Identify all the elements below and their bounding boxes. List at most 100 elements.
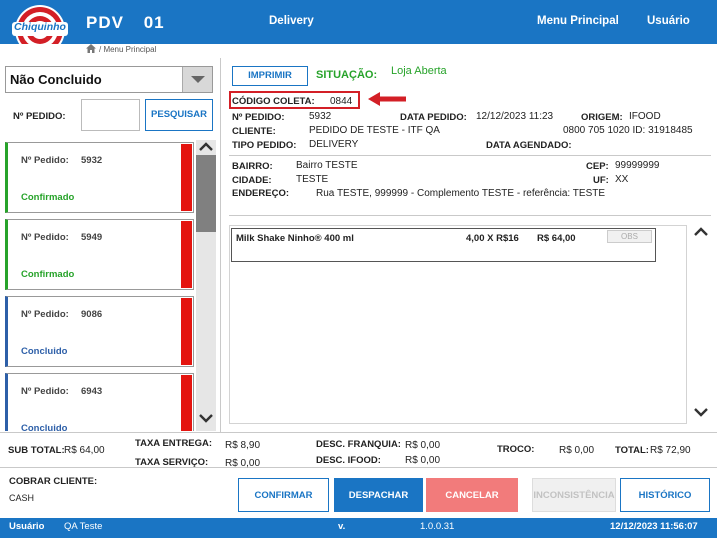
nav-main-menu[interactable]: Menu Principal <box>537 15 619 27</box>
situation-value: Loja Aberta <box>391 65 447 77</box>
origin-label: ORIGEM: <box>581 112 623 123</box>
change-label: TROCO: <box>497 444 535 455</box>
chevron-down-icon[interactable] <box>691 405 711 423</box>
order-card[interactable]: Nº Pedido: 6943 Concluido <box>5 373 194 431</box>
order-card-alert-bar <box>181 221 192 288</box>
chevron-down-icon[interactable] <box>196 411 216 429</box>
franchise-discount-label: DESC. FRANQUIA: <box>316 439 401 450</box>
order-type-label: TIPO PEDIDO: <box>232 140 297 151</box>
footer-user-label: Usuário <box>9 521 45 532</box>
order-list: Nº Pedido: 5932 Confirmado Nº Pedido: 59… <box>5 140 194 431</box>
total-value: R$ 72,90 <box>650 445 691 456</box>
order-card-label: Nº Pedido: <box>21 155 69 166</box>
state-value: XX <box>615 174 629 185</box>
delivery-fee-label: TAXA ENTREGA: <box>135 438 213 449</box>
order-card[interactable]: Nº Pedido: 5949 Confirmado <box>5 219 194 290</box>
status-filter-value: Não Concluido <box>10 72 102 87</box>
franchise-discount-value: R$ 0,00 <box>405 440 441 451</box>
order-card-label: Nº Pedido: <box>21 386 69 397</box>
service-fee-label: TAXA SERVIÇO: <box>135 457 209 468</box>
city-label: CIDADE: <box>232 175 272 186</box>
breadcrumb-text: / Menu Principal <box>99 45 157 54</box>
order-card[interactable]: Nº Pedido: 9086 Concluido <box>5 296 194 367</box>
pdv-title: PDV 01 <box>86 13 165 33</box>
collection-code-label: CÓDIGO COLETA: <box>232 96 315 107</box>
collection-code-value: 0844 <box>330 96 353 107</box>
zip-value: 99999999 <box>615 160 660 171</box>
pdv-label: PDV <box>86 13 124 32</box>
order-card-status: Confirmado <box>21 269 75 280</box>
order-list-scroll-thumb[interactable] <box>196 155 216 232</box>
footer-user-value: QA Teste <box>64 521 103 532</box>
change-value: R$ 0,00 <box>559 445 595 456</box>
delivery-fee-value: R$ 8,90 <box>225 440 261 451</box>
scheduled-date-label: DATA AGENDADO: <box>486 140 572 151</box>
address-label: ENDEREÇO: <box>232 188 290 199</box>
neighborhood-label: BAIRRO: <box>232 161 273 172</box>
order-card-alert-bar <box>181 298 192 365</box>
ifood-discount-value: R$ 0,00 <box>405 455 441 466</box>
customer-label: CLIENTE: <box>232 126 276 137</box>
breadcrumb: / Menu Principal <box>86 44 156 55</box>
chevron-down-icon[interactable] <box>182 67 212 92</box>
print-button[interactable]: IMPRIMIR <box>232 66 308 86</box>
history-button[interactable]: HISTÓRICO <box>620 478 710 512</box>
order-item-name: Milk Shake Ninho® 400 ml <box>236 233 354 244</box>
chevron-up-icon[interactable] <box>196 140 216 154</box>
logo-text: Chiquinho <box>14 21 66 33</box>
home-icon[interactable] <box>86 44 96 55</box>
order-date-value: 12/12/2023 11:23 <box>476 111 554 122</box>
order-card-number: 6943 <box>81 386 103 397</box>
order-card-alert-bar <box>181 144 192 211</box>
order-card-label: Nº Pedido: <box>21 309 69 320</box>
nav-delivery[interactable]: Delivery <box>269 15 314 27</box>
state-label: UF: <box>593 175 609 186</box>
charge-customer-value: CASH <box>9 493 35 503</box>
red-arrow-icon <box>366 91 408 107</box>
order-date-label: DATA PEDIDO: <box>400 112 467 123</box>
order-card[interactable]: Nº Pedido: 5932 Confirmado <box>5 142 194 213</box>
origin-value: IFOOD <box>629 111 661 122</box>
inconsistency-button[interactable]: INCONSISTÊNCIA <box>532 478 616 512</box>
subtotal-label: SUB TOTAL: <box>8 445 65 456</box>
address-value: Rua TESTE, 999999 - Complemento TESTE - … <box>316 188 606 199</box>
order-card-status: Concluido <box>21 346 68 357</box>
situation-label: SITUAÇÃO: <box>316 69 378 81</box>
order-card-number: 9086 <box>81 309 103 320</box>
order-number-label: Nº PEDIDO: <box>13 111 66 122</box>
order-card-number: 5932 <box>81 155 103 166</box>
order-card-status: Confirmado <box>21 192 75 203</box>
ifood-discount-label: DESC. IFOOD: <box>316 455 381 466</box>
footer-version-value: 1.0.0.31 <box>420 521 455 532</box>
charge-customer-label: COBRAR CLIENTE: <box>9 476 98 487</box>
service-fee-value: R$ 0,00 <box>225 458 261 469</box>
item-obs-button[interactable]: OBS <box>607 230 652 243</box>
order-card-label: Nº Pedido: <box>21 232 69 243</box>
subtotal-value: R$ 64,00 <box>64 445 105 456</box>
order-type-value: DELIVERY <box>309 139 359 150</box>
order-number-field-label: Nº PEDIDO: <box>232 112 285 123</box>
divider <box>229 155 711 156</box>
divider <box>229 215 711 216</box>
order-card-status: Concluido <box>21 423 68 431</box>
confirm-button[interactable]: CONFIRMAR <box>238 478 329 512</box>
dispatch-button[interactable]: DESPACHAR <box>334 478 423 512</box>
order-card-alert-bar <box>181 375 192 431</box>
search-button[interactable]: PESQUISAR <box>145 99 213 131</box>
zip-label: CEP: <box>586 161 609 172</box>
footer-version-label: v. <box>338 521 346 532</box>
order-item-qty: 4,00 X R$16 <box>466 233 519 244</box>
nav-user[interactable]: Usuário <box>647 15 690 27</box>
total-label: TOTAL: <box>615 445 649 456</box>
order-number-input[interactable] <box>81 99 140 131</box>
terminal-number: 01 <box>143 13 165 32</box>
customer-value: PEDIDO DE TESTE - ITF QA <box>309 125 440 136</box>
chevron-up-icon[interactable] <box>691 225 711 243</box>
order-number-field-value: 5932 <box>309 111 332 122</box>
footer-datetime: 12/12/2023 11:56:07 <box>610 521 698 532</box>
order-card-number: 5949 <box>81 232 103 243</box>
order-item-total: R$ 64,00 <box>537 233 576 244</box>
cancel-button[interactable]: CANCELAR <box>426 478 518 512</box>
customer-phone-id: 0800 705 1020 ID: 31918485 <box>563 125 693 136</box>
neighborhood-value: Bairro TESTE <box>296 160 358 171</box>
